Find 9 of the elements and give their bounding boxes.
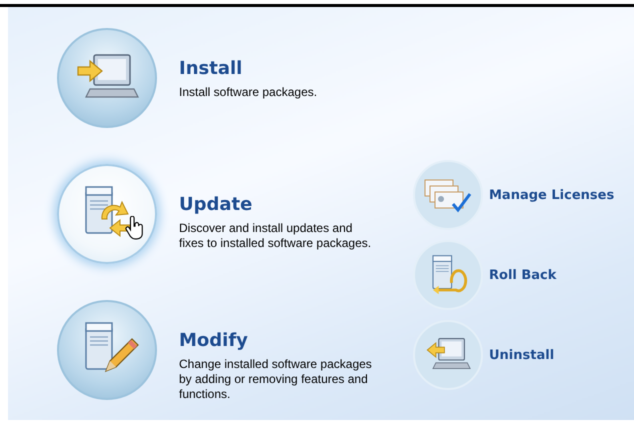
task-link[interactable]: Update bbox=[179, 194, 387, 215]
task-link[interactable]: Install bbox=[179, 58, 387, 79]
task-description: Discover and install updates and fixes to installed software packages. bbox=[179, 221, 372, 251]
task-description: Install software packages. bbox=[179, 85, 318, 100]
task-link[interactable]: Modify bbox=[179, 330, 387, 351]
task-link[interactable]: Roll Back bbox=[489, 268, 556, 282]
task-link[interactable]: Manage Licenses bbox=[489, 188, 614, 202]
task-description: Change installed software packages by adding or removing features and functions. bbox=[179, 357, 373, 402]
task-link[interactable]: Uninstall bbox=[489, 348, 554, 362]
